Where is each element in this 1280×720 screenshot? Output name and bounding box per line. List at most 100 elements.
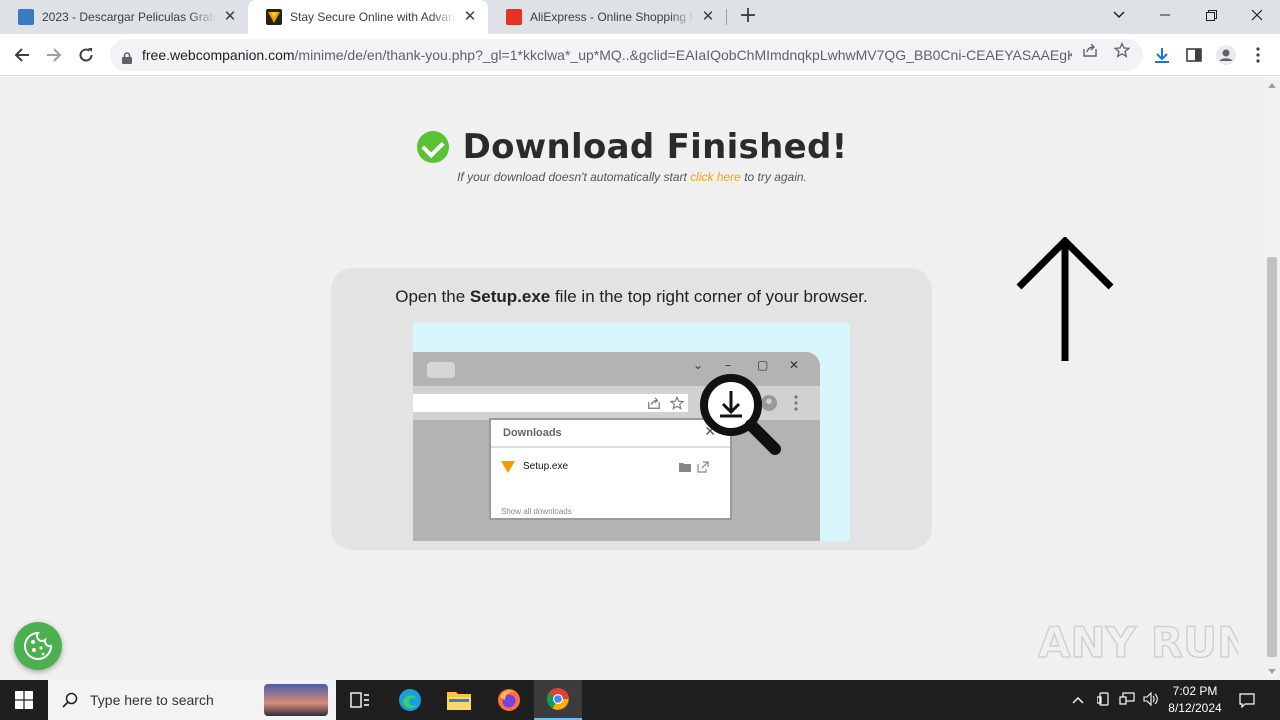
instruction-post: file in the top right corner of your bro… xyxy=(550,287,868,306)
minimize-icon xyxy=(1160,14,1170,16)
tab-title: AliExpress - Online Shopping für xyxy=(530,10,694,24)
profile-button[interactable] xyxy=(1216,45,1236,65)
close-window-button[interactable] xyxy=(1234,0,1280,30)
tab-separator xyxy=(726,9,727,25)
task-view-icon xyxy=(350,692,369,708)
popup-show-all: Show all downloads xyxy=(501,507,572,516)
edge-icon xyxy=(399,689,421,711)
downloads-button[interactable] xyxy=(1152,45,1172,65)
instruction-text: Open the Setup.exe file in the top right… xyxy=(331,287,932,307)
taskbar-chrome[interactable] xyxy=(534,680,582,720)
avatar-icon xyxy=(1216,45,1236,65)
check-circle-icon xyxy=(416,131,449,163)
aliexpress-icon xyxy=(506,9,522,25)
new-tab-button[interactable]: + xyxy=(737,5,759,27)
scroll-thumb[interactable] xyxy=(1267,257,1277,657)
bookmark-star-icon[interactable] xyxy=(1113,41,1131,58)
page-content: Download Finished! If your download does… xyxy=(0,77,1264,680)
anyrun-watermark: ANY RUN xyxy=(1038,617,1238,668)
taskbar-search-box[interactable]: Type here to search xyxy=(48,680,336,720)
page-title: Download Finished! xyxy=(462,127,848,167)
windows-logo-icon xyxy=(15,691,33,709)
download-icon xyxy=(1155,48,1169,63)
scroll-up-icon[interactable] xyxy=(1268,83,1276,88)
retry-text-post: to try again. xyxy=(740,170,807,184)
close-icon xyxy=(1251,9,1263,21)
taskbar-firefox[interactable] xyxy=(485,680,533,720)
notifications-icon[interactable] xyxy=(1239,692,1255,709)
taskbar-clock[interactable]: 7:02 PM 8/12/2024 xyxy=(1162,683,1228,717)
illustration-tab xyxy=(427,362,455,378)
minimize-button[interactable] xyxy=(1142,0,1188,30)
back-button[interactable] xyxy=(8,41,36,69)
windows-taskbar: Type here to search 7:02 PM 8/12/2024 xyxy=(0,680,1280,720)
task-view-button[interactable] xyxy=(336,680,384,720)
minimize-icon: – xyxy=(725,358,731,372)
open-external-icon xyxy=(697,461,709,473)
url-text: free.webcompanion.com/minime/de/en/thank… xyxy=(142,47,1072,63)
popup-header: Downloads ✕ xyxy=(491,420,730,448)
url-host: free.webcompanion.com xyxy=(142,47,295,63)
tab-webcompanion[interactable]: Stay Secure Online with Advanced ✕ xyxy=(248,0,488,34)
volume-icon[interactable] xyxy=(1143,691,1159,708)
webcompanion-icon xyxy=(501,461,515,473)
side-panel-button[interactable] xyxy=(1184,45,1204,65)
close-icon[interactable]: ✕ xyxy=(222,9,238,25)
popup-file-name: Setup.exe xyxy=(523,461,569,472)
chevron-down-icon: ⌄ xyxy=(693,358,704,372)
clock-time: 7:02 PM xyxy=(1172,684,1218,698)
download-illustration: ⌄ – ▢ ✕ Downloads ✕ Setup.exe Show all d… xyxy=(413,323,850,541)
network-icon[interactable] xyxy=(1119,692,1135,708)
device-icon[interactable] xyxy=(1096,692,1112,708)
chevron-down-icon xyxy=(1113,11,1125,19)
instruction-card: Open the Setup.exe file in the top right… xyxy=(331,268,932,550)
firefox-icon xyxy=(498,689,520,711)
scroll-down-icon[interactable] xyxy=(1268,669,1276,674)
arrow-left-icon xyxy=(14,48,29,62)
arrow-up-icon xyxy=(1016,237,1114,361)
star-icon xyxy=(670,396,684,410)
search-icon xyxy=(62,692,78,708)
tab-peliculas[interactable]: 2023 - Descargar Peliculas Gratis ✕ xyxy=(0,0,248,34)
film-icon xyxy=(18,9,34,25)
arrow-right-icon xyxy=(47,48,62,62)
tab-strip: 2023 - Descargar Peliculas Gratis ✕ Stay… xyxy=(0,0,1280,34)
illustration-downloads-popup: Downloads ✕ Setup.exe Show all downloads xyxy=(489,418,732,520)
url-path: /minime/de/en/thank-you.php?_gl=1*kkclwa… xyxy=(294,47,1072,63)
close-icon[interactable]: ✕ xyxy=(462,9,478,25)
reload-icon xyxy=(79,48,93,62)
menu-button[interactable] xyxy=(1248,45,1268,65)
watermark-text: ANY RUN xyxy=(1038,618,1238,667)
share-icon xyxy=(648,397,660,409)
restore-button[interactable] xyxy=(1188,0,1234,30)
tab-aliexpress[interactable]: AliExpress - Online Shopping für ✕ xyxy=(488,0,726,34)
chrome-icon xyxy=(547,688,569,710)
start-button[interactable] xyxy=(0,680,48,720)
page-scrollbar[interactable] xyxy=(1264,77,1280,680)
clock-date: 8/12/2024 xyxy=(1168,701,1222,715)
lock-icon xyxy=(122,49,132,64)
taskbar-explorer[interactable] xyxy=(435,680,483,720)
address-bar[interactable]: free.webcompanion.com/minime/de/en/thank… xyxy=(110,39,1143,71)
more-vert-icon xyxy=(794,395,798,411)
folder-icon xyxy=(679,463,691,472)
reload-button[interactable] xyxy=(72,41,100,69)
popup-title: Downloads xyxy=(503,427,562,439)
forward-button[interactable] xyxy=(40,41,68,69)
magnifier-download-icon xyxy=(700,374,781,455)
close-icon: ✕ xyxy=(789,358,800,372)
side-panel-icon xyxy=(1186,48,1202,62)
instruction-pre: Open the xyxy=(395,287,470,306)
close-icon[interactable]: ✕ xyxy=(700,9,716,25)
webcompanion-icon xyxy=(266,9,282,25)
share-icon[interactable] xyxy=(1082,42,1098,58)
taskbar-edge[interactable] xyxy=(386,680,434,720)
cookie-settings-button[interactable] xyxy=(14,622,62,670)
tab-search-button[interactable] xyxy=(1096,0,1142,30)
retry-link[interactable]: click here xyxy=(690,170,741,184)
instruction-filename: Setup.exe xyxy=(469,287,551,306)
restore-icon: ▢ xyxy=(757,358,769,372)
tab-title: 2023 - Descargar Peliculas Gratis xyxy=(42,10,216,24)
tray-overflow-icon[interactable] xyxy=(1070,692,1086,708)
search-placeholder: Type here to search xyxy=(90,692,214,708)
